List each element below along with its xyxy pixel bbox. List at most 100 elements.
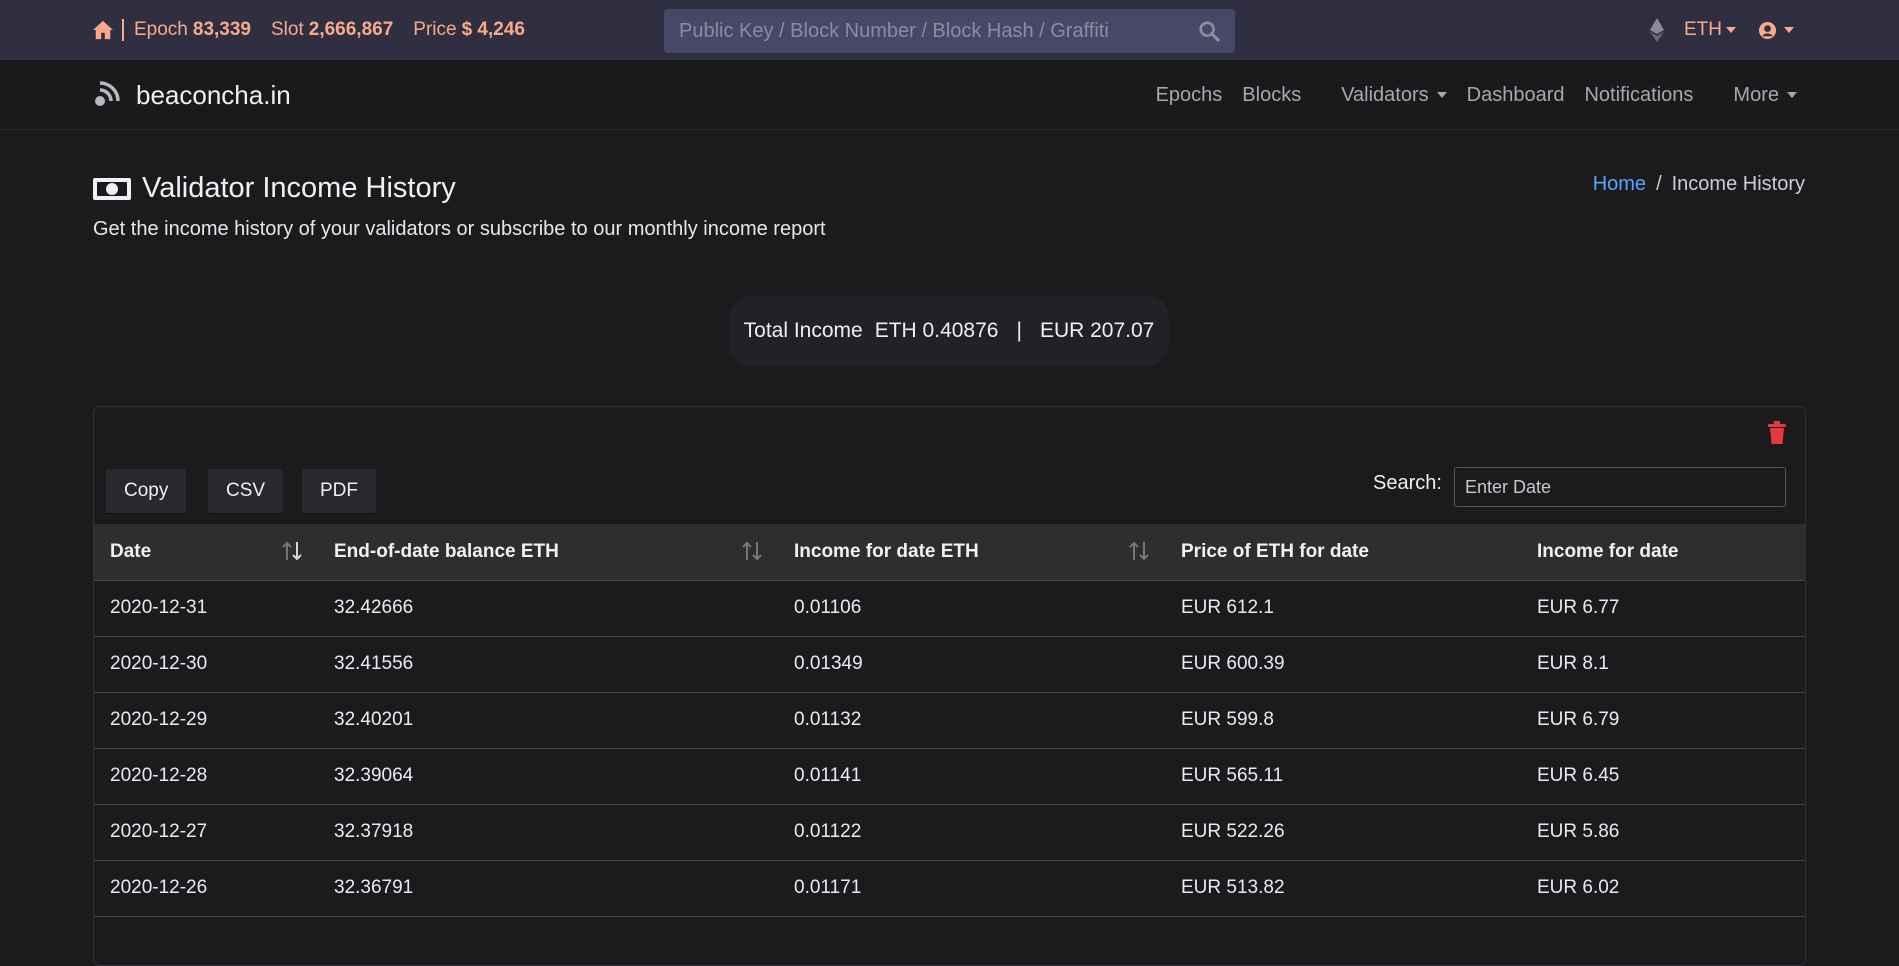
user-menu[interactable] [1736, 21, 1794, 40]
beacon-logo-icon [95, 81, 120, 106]
chevron-down-icon [1787, 92, 1797, 99]
total-income-eth: ETH 0.40876 [874, 319, 999, 342]
page-title-text: Validator Income History [142, 172, 456, 204]
chevron-down-icon [1436, 92, 1447, 99]
global-search [664, 9, 1235, 53]
breadcrumb-current: Income History [1671, 173, 1805, 195]
network-stats: Epoch 83,339 Slot 2,666,867 Price $ 4,24… [92, 0, 545, 60]
breadcrumb: Home / Income History [1593, 173, 1805, 196]
cell-income-eur: EUR 6.79 [1537, 709, 1620, 730]
cell-price: EUR 600.39 [1181, 653, 1285, 674]
currency-dropdown[interactable]: ETH [1684, 19, 1736, 41]
column-header-income-eur: Income for date [1521, 524, 1805, 581]
slot-label: Slot [271, 19, 304, 40]
top-info-bar: Epoch 83,339 Slot 2,666,867 Price $ 4,24… [0, 0, 1899, 60]
cell-balance: 32.36791 [334, 877, 414, 898]
cell-income-eur: EUR 8.1 [1537, 653, 1609, 674]
price-value: $ 4,246 [461, 19, 525, 40]
cell-date: 2020-12-27 [110, 821, 208, 842]
nav-validators-label: Validators [1341, 83, 1429, 106]
cell-income-eur: EUR 6.77 [1537, 597, 1620, 618]
column-header-label: Date [110, 540, 152, 562]
epoch-label: Epoch [134, 19, 188, 40]
table-row: 2020-12-26 32.36791 0.01171 EUR 513.82 E… [94, 860, 1805, 916]
nav-blocks[interactable]: Blocks [1242, 84, 1301, 107]
column-header-price: Price of ETH for date [1165, 524, 1521, 581]
cell-balance: 32.41556 [334, 653, 414, 674]
sort-icon [1129, 541, 1149, 561]
column-header-income-eth[interactable]: Income for date ETH [778, 524, 1165, 581]
cell-price: EUR 565.11 [1181, 765, 1284, 786]
search-icon[interactable] [1198, 20, 1220, 42]
separator [122, 19, 124, 41]
cell-income-eth: 0.01122 [794, 821, 862, 842]
column-header-label: Income for date [1537, 540, 1679, 562]
cell-income-eth: 0.01106 [794, 597, 862, 618]
cell-income-eth: 0.01132 [794, 709, 862, 730]
column-header-date[interactable]: Date [94, 524, 318, 581]
cell-balance: 32.39064 [334, 765, 414, 786]
cell-price: EUR 612.1 [1181, 597, 1274, 618]
copy-button[interactable]: Copy [106, 469, 187, 513]
cell-date: 2020-12-31 [110, 597, 208, 618]
cell-income-eth: 0.01171 [794, 877, 862, 898]
home-icon[interactable] [92, 20, 114, 40]
table-search-label: Search: [1373, 472, 1442, 494]
nav-more[interactable]: More [1713, 84, 1797, 107]
income-table-card: Copy CSV PDF Search: Date End-of-date ba… [93, 406, 1806, 966]
date-search-input[interactable] [1454, 467, 1786, 507]
breadcrumb-separator: / [1656, 173, 1662, 195]
nav-notifications[interactable]: Notifications [1584, 84, 1693, 107]
sort-icon [282, 541, 302, 561]
breadcrumb-home[interactable]: Home [1593, 173, 1646, 195]
column-header-label: Price of ETH for date [1181, 540, 1369, 562]
income-table: Date End-of-date balance ETH Income for … [94, 524, 1805, 917]
cell-income-eth: 0.01141 [794, 765, 862, 786]
total-income-eur: EUR 207.07 [1039, 319, 1155, 342]
user-circle-icon [1758, 21, 1777, 39]
table-row: 2020-12-27 32.37918 0.01122 EUR 522.26 E… [94, 804, 1805, 860]
epoch-value[interactable]: 83,339 [193, 19, 251, 41]
cell-income-eur: EUR 6.02 [1537, 877, 1620, 898]
price-label: Price [413, 19, 457, 40]
cell-income-eur: EUR 6.45 [1537, 765, 1620, 786]
pdf-button[interactable]: PDF [302, 469, 376, 513]
cell-price: EUR 513.82 [1181, 877, 1285, 898]
trash-icon[interactable] [1767, 421, 1787, 445]
nav-validators[interactable]: Validators [1321, 83, 1447, 107]
nav-links: Epochs Blocks Validators Dashboard Notif… [1136, 75, 1797, 115]
nav-epochs[interactable]: Epochs [1156, 84, 1223, 107]
column-header-label: End-of-date balance ETH [334, 540, 559, 562]
table-row: 2020-12-31 32.42666 0.01106 EUR 612.1 EU… [94, 580, 1805, 636]
global-search-input[interactable] [679, 19, 1198, 43]
nav-more-label: More [1733, 83, 1779, 106]
csv-button[interactable]: CSV [208, 469, 284, 513]
currency-label: ETH [1684, 19, 1722, 40]
main-navbar: beaconcha.in Epochs Blocks Validators Da… [0, 60, 1899, 130]
chevron-down-icon [1726, 26, 1736, 33]
page-subtitle: Get the income history of your validator… [93, 218, 826, 240]
table-row: 2020-12-29 32.40201 0.01132 EUR 599.8 EU… [94, 692, 1805, 748]
cell-date: 2020-12-28 [110, 765, 208, 786]
total-income-label: Total Income [743, 319, 863, 342]
brand-logo-link[interactable]: beaconcha.in [92, 75, 291, 115]
column-header-balance[interactable]: End-of-date balance ETH [318, 524, 778, 581]
cell-income-eur: EUR 5.86 [1537, 821, 1620, 842]
cell-balance: 32.37918 [334, 821, 414, 842]
cell-price: EUR 522.26 [1181, 821, 1285, 842]
cell-balance: 32.40201 [334, 709, 414, 730]
cell-income-eth: 0.01349 [794, 653, 863, 674]
table-row: 2020-12-30 32.41556 0.01349 EUR 600.39 E… [94, 636, 1805, 692]
money-bill-icon [93, 177, 131, 200]
cell-price: EUR 599.8 [1181, 709, 1274, 730]
cell-balance: 32.42666 [334, 597, 414, 618]
table-row: 2020-12-28 32.39064 0.01141 EUR 565.11 E… [94, 748, 1805, 804]
brand-name: beaconcha.in [136, 79, 291, 110]
chevron-down-icon [1784, 27, 1794, 33]
slot-value[interactable]: 2,666,867 [309, 19, 394, 41]
sort-icon [742, 541, 762, 561]
cell-date: 2020-12-26 [110, 877, 208, 898]
column-header-label: Income for date ETH [794, 540, 979, 562]
ethereum-icon [1650, 18, 1664, 42]
nav-dashboard[interactable]: Dashboard [1467, 84, 1565, 107]
